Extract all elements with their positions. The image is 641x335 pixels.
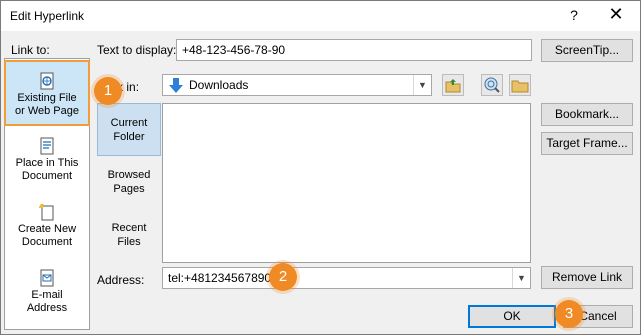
edit-hyperlink-dialog: Edit Hyperlink ? ✕ Link to: Existing Fil… (0, 0, 641, 335)
sidebar-item-email-address[interactable]: E-mail Address (5, 269, 89, 319)
ok-button[interactable]: OK (468, 305, 556, 328)
document-place-icon (40, 137, 54, 155)
help-button[interactable]: ? (567, 7, 581, 23)
bookmark-button[interactable]: Bookmark... (541, 103, 633, 126)
sidebar-item-create-new-document[interactable]: Create New Document (5, 203, 89, 253)
download-arrow-icon (169, 78, 183, 93)
folder-tabs: Current Folder Browsed Pages Recent File… (97, 103, 161, 263)
sidebar-item-label: Create New (17, 223, 77, 235)
file-list[interactable] (162, 103, 531, 263)
tab-label: Browsed (107, 169, 151, 181)
link-to-sidebar: Existing File or Web Page Place in This … (4, 58, 90, 330)
sidebar-item-label: Place in This (15, 157, 79, 169)
address-combo[interactable]: tel:+481234567890 ▼ (162, 267, 531, 289)
open-folder-icon (511, 80, 529, 93)
address-label: Address: (97, 273, 145, 287)
browse-file-button[interactable] (509, 74, 531, 96)
browse-web-button[interactable] (481, 74, 503, 96)
tab-label: Folder (113, 131, 145, 143)
sidebar-item-label: or Web Page (14, 105, 79, 117)
up-folder-icon (445, 79, 461, 93)
step-badge-3: 3 (555, 300, 583, 328)
up-folder-button[interactable] (442, 74, 464, 96)
tab-label: Current (110, 117, 148, 129)
look-in-combo[interactable]: Downloads ▼ (162, 74, 432, 96)
chevron-down-icon[interactable]: ▼ (413, 75, 431, 95)
chevron-down-icon[interactable]: ▼ (512, 268, 530, 288)
title-bar: Edit Hyperlink ? ✕ (1, 1, 640, 31)
email-icon (40, 269, 54, 287)
link-to-heading: Link to: (11, 43, 50, 57)
new-document-icon (39, 203, 54, 221)
sidebar-item-label: Existing File (17, 92, 77, 104)
tab-current-folder[interactable]: Current Folder (97, 103, 161, 156)
tab-label: Files (117, 236, 141, 248)
sidebar-item-place-in-document[interactable]: Place in This Document (5, 137, 89, 187)
tab-label: Pages (113, 183, 145, 195)
web-page-icon (40, 72, 54, 90)
sidebar-item-label: Document (21, 170, 73, 182)
sidebar-item-label: Document (21, 236, 73, 248)
look-in-value: Downloads (189, 78, 249, 92)
address-value: tel:+481234567890 (168, 271, 272, 285)
sidebar-item-label: E-mail (31, 289, 63, 301)
close-button[interactable]: ✕ (607, 5, 625, 23)
text-to-display-input[interactable]: +48-123-456-78-90 (176, 39, 532, 61)
target-frame-button[interactable]: Target Frame... (541, 132, 633, 155)
tab-recent-files[interactable]: Recent Files (97, 221, 161, 261)
sidebar-item-existing-file[interactable]: Existing File or Web Page (4, 60, 90, 126)
remove-link-button[interactable]: Remove Link (541, 266, 633, 289)
step-badge-2: 2 (269, 263, 297, 291)
screentip-button[interactable]: ScreenTip... (541, 39, 633, 62)
tab-label: Recent (111, 222, 147, 234)
text-to-display-label: Text to display: (97, 43, 177, 57)
sidebar-item-label: Address (26, 302, 68, 314)
tab-browsed-pages[interactable]: Browsed Pages (97, 168, 161, 208)
dialog-title: Edit Hyperlink (10, 9, 85, 23)
browse-web-icon (484, 77, 500, 93)
step-badge-1: 1 (94, 77, 122, 105)
